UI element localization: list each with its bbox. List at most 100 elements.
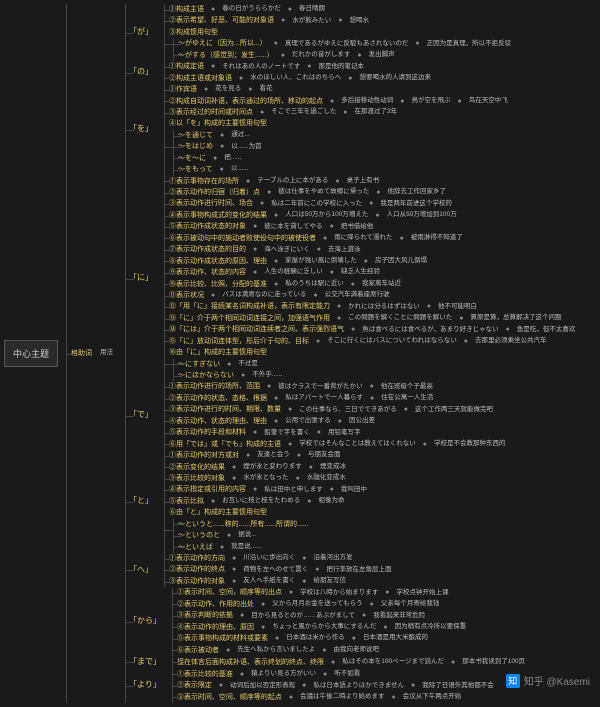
- bullet-icon: ●: [241, 371, 245, 380]
- bullet-icon: ●: [315, 565, 319, 574]
- bullet-icon: ●: [302, 577, 306, 586]
- topic-node[interactable]: ④表示动作的理由、原因: [173, 622, 258, 633]
- example-text: 煙が氷と変わります: [239, 462, 306, 473]
- main-node[interactable]: 格助词: [67, 348, 96, 359]
- topic-node[interactable]: ⑥表示被动者: [173, 645, 223, 656]
- particle-node[interactable]: 「が」: [126, 26, 156, 39]
- topic-node[interactable]: ④以「を」构成的主要惯用句型: [165, 118, 271, 129]
- topic-node[interactable]: ③表示时间、空间、顺序等的起点: [173, 692, 286, 703]
- topic-node[interactable]: 接在体言后面构成补语、表示终划的终点、终限: [173, 657, 328, 668]
- topic-node[interactable]: ③表示动作进行的时间、期限、数量: [165, 404, 285, 415]
- sub-node[interactable]: 〜がゆえに（因为...所以...）: [174, 38, 271, 49]
- example-text: 花を見る: [211, 84, 245, 95]
- topic-node[interactable]: ③表示动作进行时间、场合: [165, 198, 257, 209]
- sub-node[interactable]: 〜というと......称的......所有......所谓的......: [174, 519, 313, 530]
- topic-node[interactable]: ③表示经过的时间或时间点: [165, 107, 257, 118]
- topic-node[interactable]: ⑤表示事物构成的材料或要素: [173, 633, 272, 644]
- bullet-icon: ●: [232, 554, 236, 563]
- particle-node[interactable]: 「に」: [126, 272, 156, 285]
- topic-node[interactable]: ⑤表示动作成状态的对象: [165, 221, 250, 232]
- bullet-icon: ●: [288, 440, 292, 449]
- example-text: 父から月月お金を送ってもらう: [268, 599, 366, 610]
- bullet-icon: ●: [246, 451, 250, 460]
- topic-node[interactable]: ⑥由「と」构成的主要惯用句型: [165, 507, 271, 518]
- example-text: 正因为是真理，所以不拒反驳: [423, 39, 516, 50]
- topic-node[interactable]: ⑨表示动作、状态的内容: [165, 267, 250, 278]
- topic-node[interactable]: ②表示限定: [173, 680, 216, 691]
- topic-node[interactable]: ①表示动作的方向: [165, 553, 229, 564]
- topic-node[interactable]: ④表示动作、状态的理由、理由: [165, 416, 271, 427]
- particle-node[interactable]: 「まで」: [126, 656, 164, 669]
- example-text: 鱼是吃，但不太喜欢: [513, 325, 580, 336]
- topic-node[interactable]: ⑧表示动作成状态的原因、理由: [165, 256, 271, 267]
- topic-node[interactable]: ⑩表示比较、比照、分配的基准: [165, 279, 271, 290]
- topic-node[interactable]: ⑥用「では」或「でも」构成的主语: [165, 439, 285, 450]
- example-text: 发出脚声: [365, 50, 399, 61]
- topic-node[interactable]: ⑯由「に」构成的主要惯用句型: [165, 347, 271, 358]
- root-node[interactable]: 中心主题: [4, 340, 58, 367]
- topic-node[interactable]: ①表示动作的对方或对: [165, 450, 243, 461]
- topic-node[interactable]: ⑮「に」放动词连体型，形后介于句的、目标: [165, 336, 313, 347]
- topic-node[interactable]: ②表示变化的结果: [165, 462, 229, 473]
- sub-node[interactable]: 〜というのと: [174, 530, 224, 541]
- sub-node[interactable]: 〜をもって: [174, 164, 217, 175]
- example-text: 想要喝水的人请到这边来: [355, 73, 435, 84]
- particle-node[interactable]: 「より」: [126, 679, 164, 692]
- particle-node[interactable]: 「を」: [126, 123, 156, 136]
- bullet-icon: ●: [404, 405, 408, 414]
- sub-node[interactable]: 〜をはじめ: [174, 141, 217, 152]
- topic-node[interactable]: ④表示指定或引用的内容: [165, 484, 250, 495]
- sub-node[interactable]: 〜にほかならない: [174, 370, 238, 381]
- topic-node[interactable]: ②表示希望、好恶、可能的对象语: [165, 15, 278, 26]
- bullet-icon: ●: [302, 554, 306, 563]
- topic-node[interactable]: ⑭「には」介于两个相同动词连续者之间、表示强烈语气: [165, 324, 348, 335]
- particle-node[interactable]: 「で」: [126, 409, 156, 422]
- topic-node[interactable]: ⑬「に」介于两个相同动词连接之间，加强语气作用: [165, 313, 334, 324]
- topic-node[interactable]: ②表示动作的状态、态格、根据: [165, 393, 271, 404]
- bullet-icon: ●: [253, 245, 257, 254]
- topic-node[interactable]: ①表示事物存在的场所: [165, 176, 243, 187]
- topic-node[interactable]: ⑫「用「に」接続某名词构成补语，表示有限定能力: [165, 301, 334, 312]
- topic-node[interactable]: ③表示比较的对象: [165, 473, 229, 484]
- example-text: 彼は仕事をやめて故郷に帰った: [274, 187, 373, 198]
- topic-node[interactable]: ③构成惯用句型: [165, 27, 222, 38]
- topic-node[interactable]: ④表示事物构成式的变化的结果: [165, 210, 271, 221]
- topic-node[interactable]: ③表示判断的依拠: [173, 610, 237, 621]
- topic-node[interactable]: ①构成主语: [165, 4, 208, 15]
- sub-node[interactable]: 〜がする（感觉到；发生......）: [174, 50, 278, 61]
- sub-node[interactable]: 〜にすぎない: [174, 359, 224, 370]
- sub-node[interactable]: 〜といえば: [174, 542, 217, 553]
- particle-node[interactable]: 「から」: [126, 615, 164, 628]
- topic-node[interactable]: ③表示动作的对象: [165, 576, 229, 587]
- example-text: 不外乎......: [248, 370, 286, 381]
- sub-node[interactable]: 〜を〜に: [174, 153, 210, 164]
- topic-node[interactable]: ①表示比较的基准: [173, 669, 237, 680]
- bullet-icon: ●: [232, 565, 236, 574]
- topic-node[interactable]: ②构成主语或对象语: [165, 73, 236, 84]
- bullet-icon: ●: [411, 681, 415, 690]
- particle-node[interactable]: 「と」: [126, 495, 156, 508]
- topic-node[interactable]: ①构成定语: [165, 61, 208, 72]
- topic-node[interactable]: ⑦表示动作成状态的目的: [165, 244, 250, 255]
- particle-node[interactable]: 「へ」: [126, 564, 156, 577]
- topic-node[interactable]: ①表示动作进行的场所、范围: [165, 381, 264, 392]
- example-text: 人口从50万增加到100万: [383, 210, 461, 221]
- topic-node[interactable]: ②表示动作的终点: [165, 564, 229, 575]
- topic-node[interactable]: ⑥表示被动句中的施动者败使役句中的被使役者: [165, 233, 320, 244]
- topic-node[interactable]: ⑪表示状况: [165, 290, 208, 301]
- topic-node[interactable]: ②构成自动词补语，表示通过的场所、移动的起点: [165, 96, 327, 107]
- topic-node[interactable]: ⑤表示比拟: [165, 496, 208, 507]
- topic-node[interactable]: ①作宾语: [165, 84, 201, 95]
- sub-node[interactable]: 〜を通じて: [174, 130, 217, 141]
- bullet-icon: ●: [375, 211, 379, 220]
- bullet-icon: ●: [330, 485, 334, 494]
- topic-node[interactable]: ⑤表示动作的手段和材料: [165, 427, 250, 438]
- particle-node[interactable]: 「の」: [126, 66, 156, 79]
- example-text: 私は田中と申します: [260, 485, 327, 496]
- topic-node[interactable]: ②表示动作的归宿（归着）点: [165, 187, 264, 198]
- example-text: 人生の経験に乏しい: [260, 267, 327, 278]
- bullet-icon: ●: [370, 382, 374, 391]
- bullet-icon: ●: [348, 74, 352, 83]
- topic-node[interactable]: ①表示时间、空间，顺序等的出点: [173, 587, 286, 598]
- topic-node[interactable]: ②表示动作、作用的出处: [173, 599, 258, 610]
